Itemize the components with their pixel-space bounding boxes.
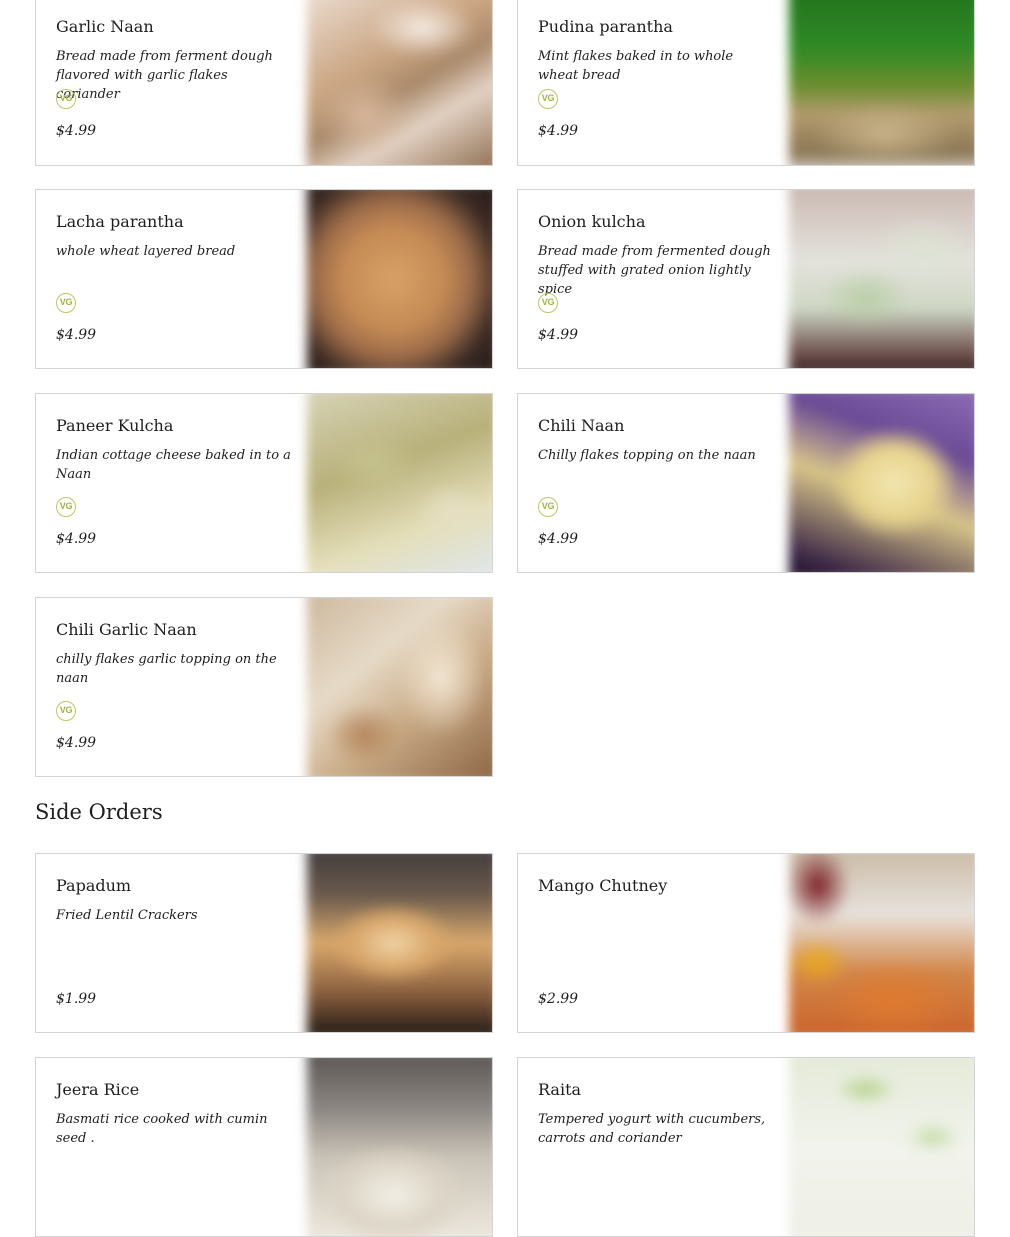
vegetarian-badge-icon: VG [538, 89, 558, 109]
menu-item-name: Pudina parantha [538, 17, 673, 36]
menu-item-description: Tempered yogurt with cucumbers, carrots … [538, 1112, 766, 1146]
menu-item-card[interactable]: Mango Chutney $2.99 [517, 853, 975, 1033]
vegetarian-badge-icon: VG [56, 497, 76, 517]
menu-item-card[interactable]: Lacha parantha whole wheat layered bread… [35, 189, 493, 369]
menu-item-description: Bread made from ferment dough flavored w… [56, 49, 273, 102]
menu-item-details: Jeera Rice Basmati rice cooked with cumi… [56, 1058, 296, 1236]
menu-item-name: Raita [538, 1080, 582, 1099]
menu-item-name: Garlic Naan [56, 17, 154, 36]
menu-item-description: Mint flakes baked in to whole wheat brea… [538, 49, 734, 83]
menu-item-price: $4.99 [538, 123, 579, 139]
menu-item-details: Onion kulcha Bread made from fermented d… [538, 190, 778, 368]
menu-item-price: $4.99 [538, 327, 579, 343]
menu-item-name: Jeera Rice [56, 1080, 140, 1099]
section-heading-side-orders: Side Orders [35, 800, 163, 824]
vegetarian-badge-icon: VG [56, 89, 76, 109]
menu-item-details: Chili Naan Chilly flakes topping on the … [538, 394, 778, 572]
menu-item-description: Fried Lentil Crackers [56, 908, 198, 923]
menu-item-description: Chilly flakes topping on the naan [538, 448, 756, 463]
menu-item-name: Chili Naan [538, 416, 625, 435]
menu-item-name: Lacha parantha [56, 212, 184, 231]
menu-item-photo [788, 0, 974, 165]
menu-item-card[interactable]: Jeera Rice Basmati rice cooked with cumi… [35, 1057, 493, 1237]
menu-item-photo [788, 1058, 974, 1236]
vegetarian-badge-icon: VG [538, 497, 558, 517]
menu-item-details: Chili Garlic Naan chilly flakes garlic t… [56, 598, 296, 776]
menu-item-photo [788, 394, 974, 572]
menu-item-card[interactable]: Chili Naan Chilly flakes topping on the … [517, 393, 975, 573]
menu-item-photo [306, 0, 492, 165]
menu-item-price: $2.99 [538, 991, 579, 1007]
menu-item-price: $4.99 [56, 735, 97, 751]
menu-item-details: Mango Chutney $2.99 [538, 854, 778, 1032]
menu-item-card[interactable]: Raita Tempered yogurt with cucumbers, ca… [517, 1057, 975, 1237]
menu-item-price: $4.99 [56, 531, 97, 547]
menu-item-photo [306, 190, 492, 368]
menu-item-price: $4.99 [56, 327, 97, 343]
menu-item-photo [306, 598, 492, 776]
menu-item-card[interactable]: Chili Garlic Naan chilly flakes garlic t… [35, 597, 493, 777]
menu-item-price: $1.99 [56, 991, 97, 1007]
vegetarian-badge-icon: VG [538, 293, 558, 313]
menu-item-details: Papadum Fried Lentil Crackers $1.99 [56, 854, 296, 1032]
menu-item-name: Onion kulcha [538, 212, 646, 231]
menu-item-photo [306, 854, 492, 1032]
menu-item-name: Chili Garlic Naan [56, 620, 197, 639]
menu-item-card[interactable]: Garlic Naan Bread made from ferment doug… [35, 0, 493, 166]
menu-item-name: Papadum [56, 876, 132, 895]
menu-item-details: Paneer Kulcha Indian cottage cheese bake… [56, 394, 296, 572]
menu-item-name: Mango Chutney [538, 876, 668, 895]
menu-item-photo [306, 394, 492, 572]
menu-item-details: Raita Tempered yogurt with cucumbers, ca… [538, 1058, 778, 1236]
menu-item-description: whole wheat layered bread [56, 244, 236, 259]
menu-item-description: chilly flakes garlic topping on the naan [56, 652, 277, 686]
menu-item-details: Garlic Naan Bread made from ferment doug… [56, 0, 296, 165]
menu-item-price: $4.99 [538, 531, 579, 547]
menu-item-details: Pudina parantha Mint flakes baked in to … [538, 0, 778, 165]
menu-item-name: Paneer Kulcha [56, 416, 174, 435]
menu-item-description: Indian cottage cheese baked in to a Naan [56, 448, 291, 482]
menu-item-card[interactable]: Papadum Fried Lentil Crackers $1.99 [35, 853, 493, 1033]
menu-item-details: Lacha parantha whole wheat layered bread… [56, 190, 296, 368]
menu-item-card[interactable]: Pudina parantha Mint flakes baked in to … [517, 0, 975, 166]
menu-item-card[interactable]: Onion kulcha Bread made from fermented d… [517, 189, 975, 369]
menu-item-description: Bread made from fermented dough stuffed … [538, 244, 771, 297]
menu-item-photo [788, 190, 974, 368]
vegetarian-badge-icon: VG [56, 701, 76, 721]
menu-item-description: Basmati rice cooked with cumin seed . [56, 1112, 268, 1146]
menu-item-card[interactable]: Paneer Kulcha Indian cottage cheese bake… [35, 393, 493, 573]
menu-item-photo [788, 854, 974, 1032]
menu-item-price: $4.99 [56, 123, 97, 139]
vegetarian-badge-icon: VG [56, 293, 76, 313]
menu-item-photo [306, 1058, 492, 1236]
